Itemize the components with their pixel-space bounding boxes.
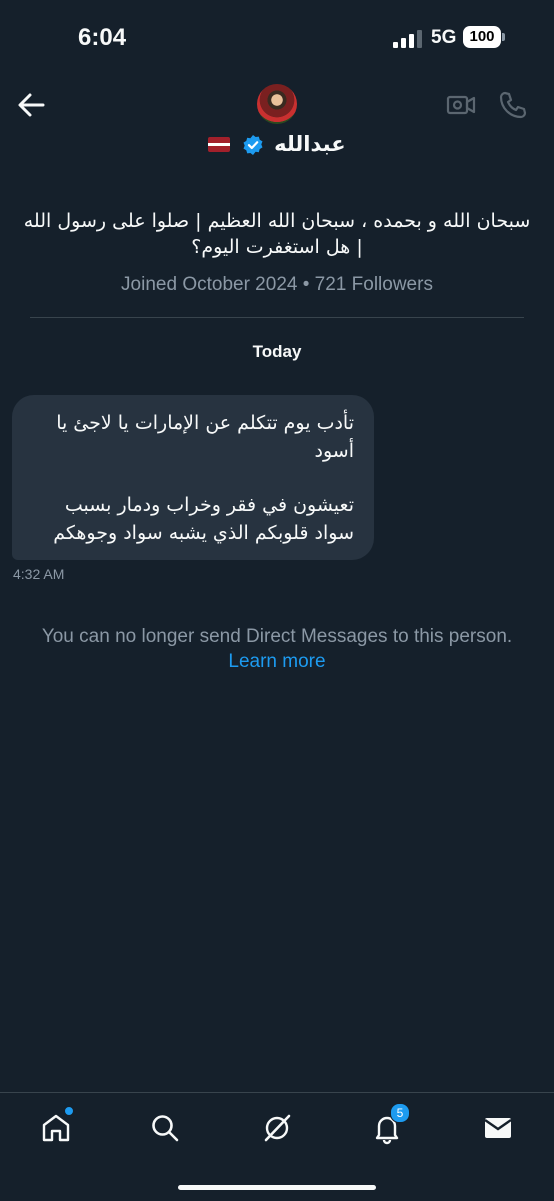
home-unread-dot xyxy=(64,1106,74,1116)
message-bubble[interactable]: تأدب يوم تتكلم عن الإمارات يا لاجئ يا أس… xyxy=(12,395,374,560)
tab-grok[interactable] xyxy=(260,1111,294,1145)
cellular-signal-icon xyxy=(393,30,422,48)
display-name: عبدالله xyxy=(274,133,346,156)
search-icon xyxy=(152,1115,179,1142)
day-separator: Today xyxy=(252,342,302,361)
divider xyxy=(30,317,524,318)
message-text: تأدب يوم تتكلم عن الإمارات يا لاجئ يا أس… xyxy=(56,412,354,462)
message-text: تعيشون في فقر وخراب ودمار بسبب سواد قلوب… xyxy=(53,494,354,544)
tab-home[interactable] xyxy=(39,1106,74,1145)
battery-level: 100 xyxy=(463,26,501,48)
conversation-header: عبدالله xyxy=(0,76,554,176)
status-time: 6:04 xyxy=(78,24,127,51)
video-call-icon[interactable] xyxy=(446,92,476,118)
profile-bio: سبحان الله و بحمده ، سبحان الله العظيم |… xyxy=(23,210,531,258)
verified-badge-icon xyxy=(243,134,263,155)
avatar[interactable] xyxy=(257,84,297,124)
phone-call-icon[interactable] xyxy=(498,90,528,120)
grok-icon xyxy=(264,1114,291,1142)
profile-name-row[interactable]: عبدالله xyxy=(0,132,554,157)
battery-icon: 100 xyxy=(463,26,505,48)
status-bar: 6:04 5G 100 xyxy=(0,0,554,76)
followers-count[interactable]: 721 Followers xyxy=(315,274,433,295)
home-indicator xyxy=(178,1185,376,1190)
dm-disabled-notice: You can no longer send Direct Messages t… xyxy=(41,626,513,647)
tab-search[interactable] xyxy=(148,1111,182,1145)
notifications-badge: 5 xyxy=(390,1103,410,1123)
tab-messages[interactable] xyxy=(481,1111,515,1145)
profile-meta: Joined October 2024 • 721 Followers xyxy=(0,274,554,296)
home-icon xyxy=(42,1114,70,1142)
network-type: 5G xyxy=(431,27,457,48)
messages-icon xyxy=(484,1118,512,1138)
meta-separator: • xyxy=(302,274,310,295)
message-timestamp: 4:32 AM xyxy=(13,566,65,582)
learn-more-link[interactable]: Learn more xyxy=(0,649,554,674)
back-arrow-icon[interactable] xyxy=(16,90,46,120)
latvia-flag-icon xyxy=(208,137,231,152)
tab-notifications[interactable]: 5 xyxy=(370,1103,410,1145)
joined-date: Joined October 2024 xyxy=(121,274,298,295)
